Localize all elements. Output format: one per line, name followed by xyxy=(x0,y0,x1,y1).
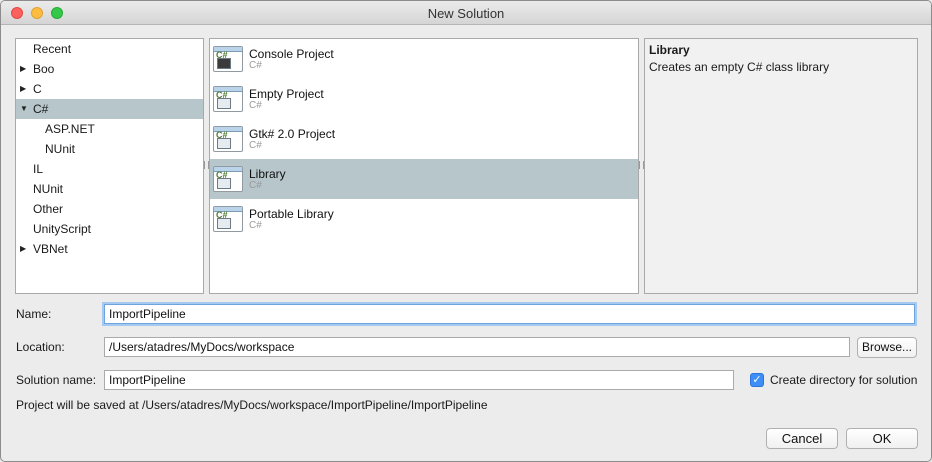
cancel-button[interactable]: Cancel xyxy=(766,428,838,449)
category-label: NUnit xyxy=(33,182,64,196)
collapsed-arrow-icon[interactable]: ▶ xyxy=(20,59,26,79)
category-tree: Recent ▶ Boo ▶ C ▼ C# ASP.NET NUnit IL NUnit Other U… xyxy=(15,38,204,294)
category-item[interactable]: NUnit xyxy=(16,179,203,199)
template-name: Empty Project xyxy=(249,87,324,101)
category-item[interactable]: UnityScript xyxy=(16,219,203,239)
category-label: C xyxy=(33,82,42,96)
gtk-project-icon: C# xyxy=(213,126,243,152)
portable-library-icon: C# xyxy=(213,206,243,232)
create-directory-checkbox[interactable]: ✓ xyxy=(750,373,764,387)
ok-button[interactable]: OK xyxy=(846,428,918,449)
template-name: Library xyxy=(249,167,286,181)
template-item[interactable]: C# Portable Library C# xyxy=(210,199,638,239)
description-title: Library xyxy=(649,43,690,57)
category-item[interactable]: NUnit xyxy=(16,139,203,159)
category-label: NUnit xyxy=(45,142,76,156)
category-item[interactable]: ▶ VBNet xyxy=(16,239,203,259)
category-item[interactable]: Other xyxy=(16,199,203,219)
category-label: ASP.NET xyxy=(45,122,95,136)
category-item[interactable]: ▶ C xyxy=(16,79,203,99)
category-item[interactable]: IL xyxy=(16,159,203,179)
category-item[interactable]: ▶ Boo xyxy=(16,59,203,79)
template-language: C# xyxy=(249,100,262,111)
empty-project-icon: C# xyxy=(213,86,243,112)
category-item[interactable]: Recent xyxy=(16,39,203,59)
location-label: Location: xyxy=(16,340,65,354)
create-directory-label[interactable]: Create directory for solution xyxy=(770,373,917,387)
name-field[interactable] xyxy=(104,304,915,324)
browse-button[interactable]: Browse... xyxy=(857,337,917,358)
save-path-text: Project will be saved at /Users/atadres/… xyxy=(16,398,488,412)
template-item[interactable]: C# Gtk# 2.0 Project C# xyxy=(210,119,638,159)
category-label: IL xyxy=(33,162,44,176)
location-field[interactable] xyxy=(104,337,850,357)
template-item[interactable]: C# Library C# xyxy=(210,159,638,199)
console-project-icon: C# xyxy=(213,46,243,72)
name-label: Name: xyxy=(16,307,52,321)
template-name: Portable Library xyxy=(249,207,334,221)
category-label: VBNet xyxy=(33,242,68,256)
template-item[interactable]: C# Console Project C# xyxy=(210,39,638,79)
template-language: C# xyxy=(249,180,262,191)
category-label: Other xyxy=(33,202,64,216)
new-solution-dialog: New Solution Recent ▶ Boo ▶ C ▼ C# ASP.NET NUnit… xyxy=(0,0,932,462)
template-language: C# xyxy=(249,140,262,151)
title-bar: New Solution xyxy=(1,1,931,25)
solution-name-field[interactable] xyxy=(104,370,734,390)
template-item[interactable]: C# Empty Project C# xyxy=(210,79,638,119)
category-item[interactable]: ASP.NET xyxy=(16,119,203,139)
template-description-panel: Library Creates an empty C# class librar… xyxy=(644,38,918,294)
template-list: C# Console Project C# C# Empty Project C# C# Gt… xyxy=(209,38,639,294)
window-title: New Solution xyxy=(427,6,505,21)
template-name: Console Project xyxy=(249,47,334,61)
solution-name-label: Solution name: xyxy=(16,373,97,387)
category-item[interactable]: ▼ C# xyxy=(16,99,203,119)
library-icon: C# xyxy=(213,166,243,192)
expanded-arrow-icon[interactable]: ▼ xyxy=(20,99,28,119)
category-label: UnityScript xyxy=(33,222,92,236)
category-label: Boo xyxy=(33,62,55,76)
description-text: Creates an empty C# class library xyxy=(649,60,830,74)
category-label: Recent xyxy=(33,42,72,56)
collapsed-arrow-icon[interactable]: ▶ xyxy=(20,79,26,99)
collapsed-arrow-icon[interactable]: ▶ xyxy=(20,239,26,259)
template-language: C# xyxy=(249,60,262,71)
template-language: C# xyxy=(249,220,262,231)
category-label: C# xyxy=(33,102,49,116)
template-name: Gtk# 2.0 Project xyxy=(249,127,336,141)
